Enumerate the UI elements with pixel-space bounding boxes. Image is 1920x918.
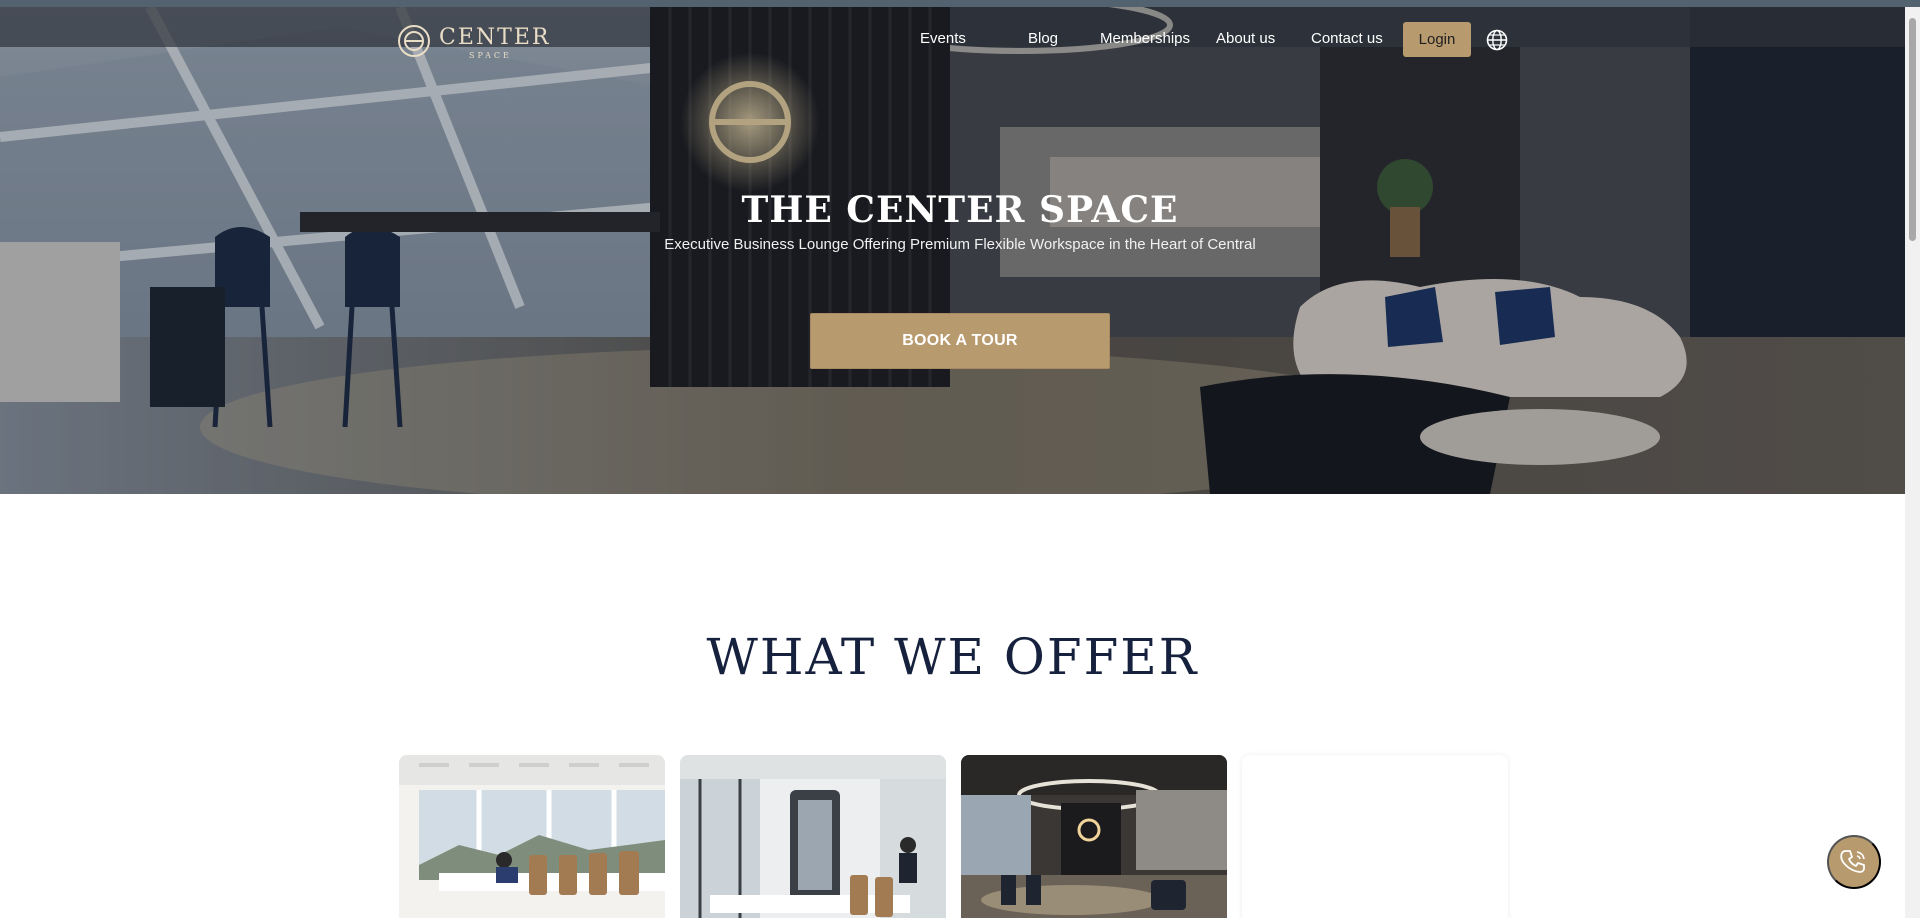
offer-card-3[interactable] xyxy=(961,755,1227,918)
call-button[interactable] xyxy=(1827,835,1881,889)
offer-card-2[interactable] xyxy=(680,755,946,918)
logo-wordmark: CENTER xyxy=(439,25,551,50)
book-a-tour-button[interactable]: BOOK A TOUR xyxy=(810,313,1110,369)
offer-card-image xyxy=(961,755,1227,918)
login-button[interactable]: Login xyxy=(1403,22,1471,57)
main-navbar: CENTER SPACE Events Blog Memberships Abo… xyxy=(0,7,1905,71)
globe-icon[interactable] xyxy=(1486,29,1508,51)
hero-subtitle: Executive Business Lounge Offering Premi… xyxy=(664,236,1256,253)
nav-link-memberships[interactable]: Memberships xyxy=(1100,30,1190,47)
logo-mark-icon xyxy=(398,25,430,57)
logo-subtitle: SPACE xyxy=(469,51,512,60)
offer-card-4[interactable] xyxy=(1242,755,1508,918)
nav-link-about-us[interactable]: About us xyxy=(1216,30,1275,47)
site-logo[interactable]: CENTER SPACE xyxy=(397,20,548,64)
offer-card-image xyxy=(680,755,946,918)
nav-link-contact-us[interactable]: Contact us xyxy=(1311,30,1383,47)
phone-call-icon xyxy=(1840,850,1865,873)
nav-link-blog[interactable]: Blog xyxy=(1028,30,1058,47)
section-title-what-we-offer: WHAT WE OFFER xyxy=(706,628,1199,686)
offer-card-image xyxy=(399,755,665,918)
browser-top-line xyxy=(0,0,1920,7)
offer-card-1[interactable] xyxy=(399,755,665,918)
nav-link-events[interactable]: Events xyxy=(920,30,966,47)
hero-title: THE CENTER SPACE xyxy=(741,189,1179,231)
